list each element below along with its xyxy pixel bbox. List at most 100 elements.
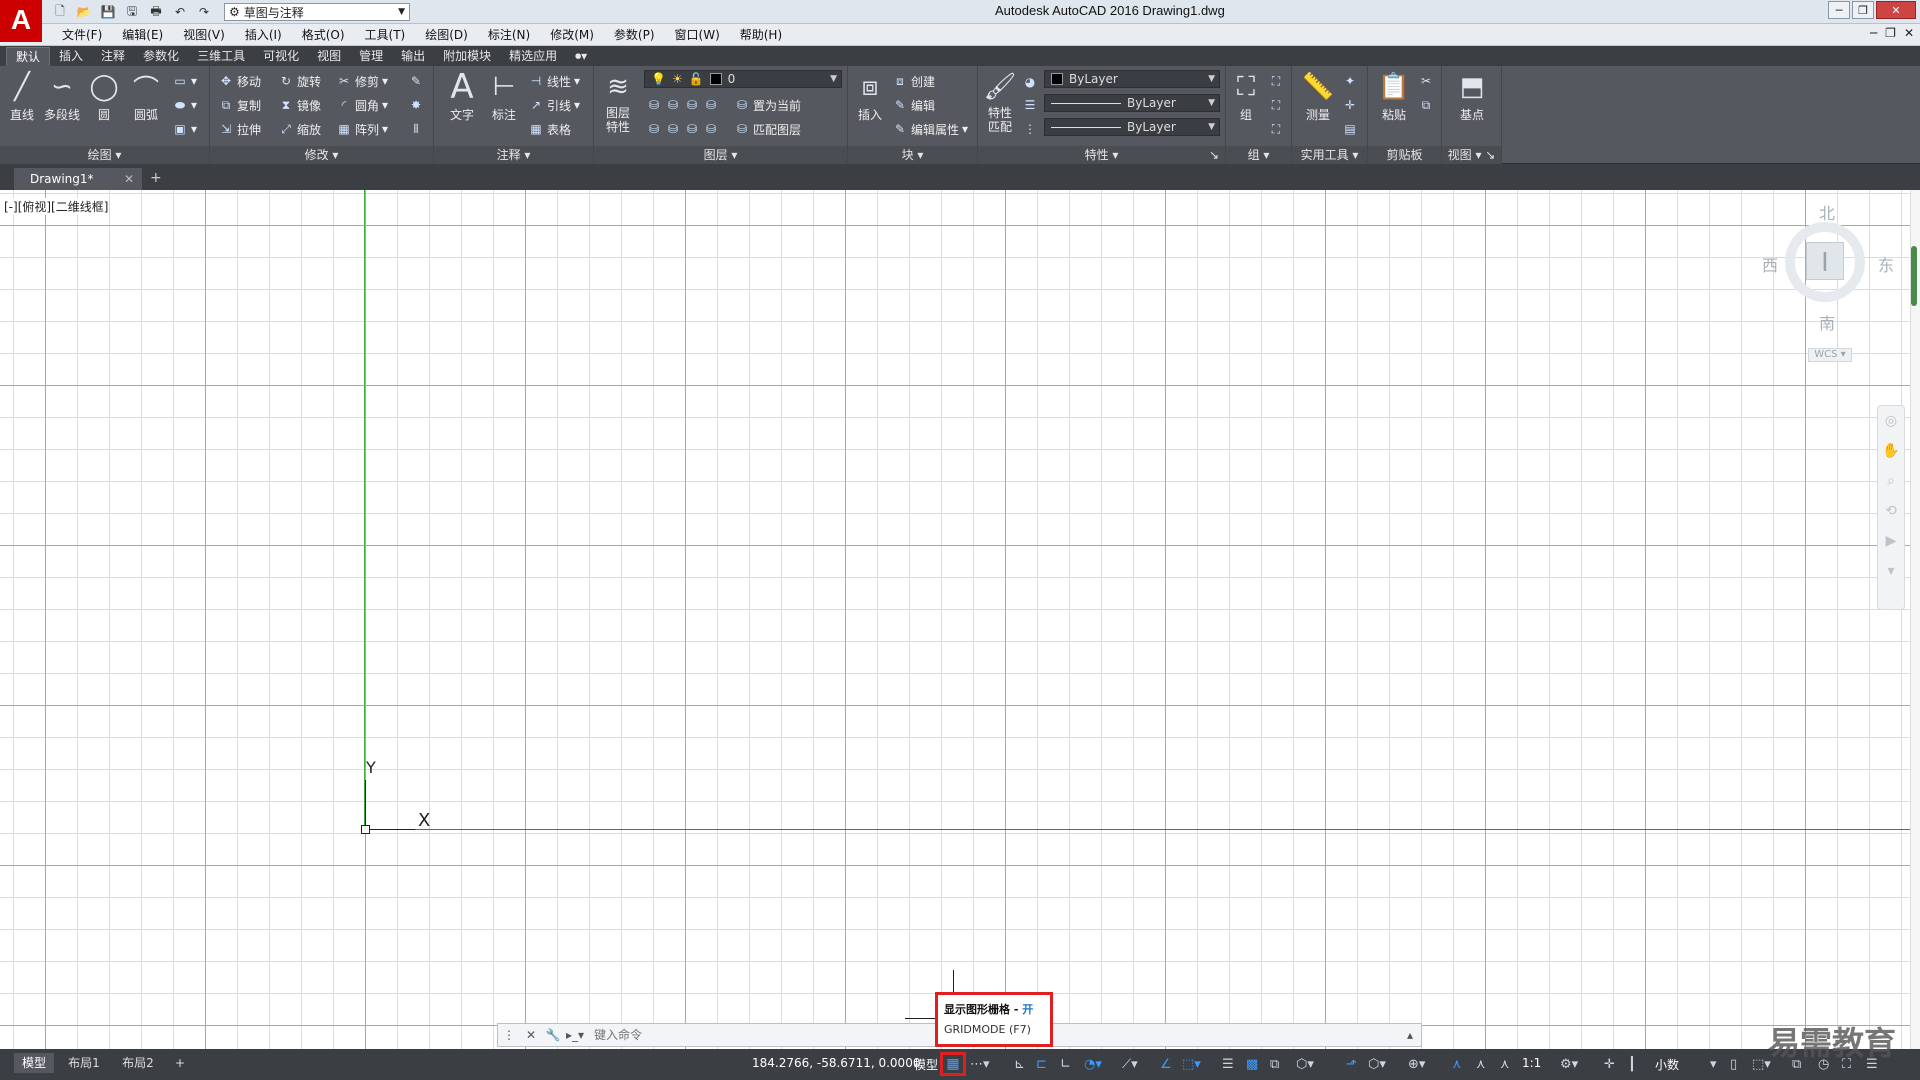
- tool-quick-select[interactable]: ✦: [1342, 70, 1358, 92]
- pan-icon[interactable]: ✋: [1878, 436, 1904, 466]
- application-menu-button[interactable]: A: [0, 0, 42, 42]
- ribbon-toggle-icon[interactable]: ⏺▾: [566, 47, 596, 66]
- tab-parametric[interactable]: 参数化: [134, 47, 188, 66]
- menu-insert[interactable]: 插入(I): [235, 24, 292, 46]
- doc-minimize-icon[interactable]: ─: [1870, 26, 1877, 40]
- tool-stretch[interactable]: ⇲ 拉伸: [218, 118, 261, 140]
- showmotion-icon[interactable]: ▶: [1878, 526, 1904, 556]
- new-tab-icon[interactable]: +: [150, 170, 162, 186]
- restore-button[interactable]: ❐: [1852, 1, 1874, 19]
- ucs-icon[interactable]: [361, 825, 370, 834]
- panel-block-title[interactable]: 块 ▾: [848, 146, 977, 164]
- menu-help[interactable]: 帮助(H): [730, 24, 792, 46]
- tool-dimension[interactable]: ⊢ 标注: [484, 70, 524, 123]
- close-icon[interactable]: ✕: [520, 1024, 542, 1046]
- menu-dimension[interactable]: 标注(N): [478, 24, 540, 46]
- coordinate-readout[interactable]: 184.2766, -58.6711, 0.0000: [752, 1056, 920, 1070]
- add-scale-icon[interactable]: ✛: [1604, 1055, 1615, 1073]
- isometric-drafting-icon[interactable]: ⟋▾: [1122, 1055, 1138, 1073]
- viewcube-east[interactable]: 东: [1878, 252, 1894, 276]
- tab-addins[interactable]: 附加模块: [434, 47, 500, 66]
- tool-group-edit[interactable]: ⛶: [1268, 94, 1284, 116]
- viewcube-south[interactable]: 南: [1819, 310, 1835, 334]
- viewcube[interactable]: 北 西 东 南 ┃ WCS ▾: [1760, 200, 1900, 370]
- save-icon[interactable]: 💾: [98, 3, 118, 21]
- dynamic-ucs-icon[interactable]: ⬏: [1346, 1055, 1357, 1073]
- tool-ungroup[interactable]: ⛶: [1268, 70, 1284, 92]
- tool-layer-properties[interactable]: ≋ 图层特性: [596, 70, 640, 134]
- tool-text[interactable]: A 文字: [442, 67, 482, 123]
- drawing-canvas[interactable]: [-][俯视][二维线框] Y X 北 西 东 南 ┃ WCS ▾ ◎ ✋ ⌕ …: [0, 190, 1910, 1049]
- wcs-menu[interactable]: WCS ▾: [1808, 348, 1852, 362]
- tool-trim[interactable]: ✂ 修剪 ▾: [336, 70, 388, 92]
- menu-draw[interactable]: 绘图(D): [415, 24, 478, 46]
- tab-3d-tools[interactable]: 三维工具: [188, 47, 254, 66]
- lineweight-dropdown[interactable]: ByLayer ▼: [1044, 118, 1220, 136]
- menu-view[interactable]: 视图(V): [173, 24, 235, 46]
- panel-properties-title[interactable]: 特性 ▾ ↘: [978, 146, 1225, 164]
- tool-fillet[interactable]: ◜ 圆角 ▾: [336, 94, 388, 116]
- tab-default[interactable]: 默认: [6, 47, 51, 66]
- tool-insert-block[interactable]: ⧈ 插入: [850, 70, 890, 123]
- selection-cycling-icon[interactable]: ⧉: [1270, 1055, 1279, 1073]
- tool-copy-clip[interactable]: ⧉: [1418, 94, 1434, 116]
- tool-cut[interactable]: ✂: [1418, 70, 1434, 92]
- zoom-extents-icon[interactable]: ⌕: [1878, 466, 1904, 496]
- tool-base-point[interactable]: ⬒ 基点: [1452, 70, 1492, 123]
- menu-tools[interactable]: 工具(T): [355, 24, 416, 46]
- tool-group-select[interactable]: ⛶: [1268, 118, 1284, 140]
- panel-groups-title[interactable]: 组 ▾: [1226, 146, 1291, 164]
- navbar-menu-icon[interactable]: ▾: [1878, 556, 1904, 586]
- tab-view[interactable]: 视图: [308, 47, 350, 66]
- tool-move[interactable]: ✥ 移动: [218, 70, 261, 92]
- panel-draw-title[interactable]: 绘图 ▾: [0, 146, 209, 164]
- quick-properties-icon[interactable]: ▯: [1730, 1055, 1737, 1073]
- tool-measure[interactable]: 📏 测量: [1298, 70, 1338, 123]
- scroll-thumb[interactable]: [1911, 246, 1917, 306]
- tab-insert[interactable]: 插入: [50, 47, 92, 66]
- menu-format[interactable]: 格式(O): [292, 24, 355, 46]
- tab-model[interactable]: 模型: [14, 1053, 54, 1073]
- object-snap-tracking-icon[interactable]: ∠: [1160, 1055, 1172, 1073]
- command-prompt-icon[interactable]: ▸_▾: [564, 1024, 586, 1046]
- tab-drawing1[interactable]: Drawing1* ✕: [14, 168, 142, 190]
- color-dropdown[interactable]: ByLayer ▼: [1044, 70, 1220, 88]
- viewport-controls[interactable]: [-][俯视][二维线框]: [4, 198, 109, 215]
- tool-calculator[interactable]: ▤: [1342, 118, 1358, 140]
- tab-annotate[interactable]: 注释: [92, 47, 134, 66]
- tool-erase[interactable]: ✎: [408, 70, 424, 92]
- tool-scale[interactable]: ⤢ 缩放: [278, 118, 321, 140]
- panel-view-title[interactable]: 视图 ▾ ↘: [1442, 146, 1501, 164]
- menu-edit[interactable]: 编辑(E): [112, 24, 173, 46]
- close-button[interactable]: ✕: [1876, 1, 1916, 19]
- layer-dropdown[interactable]: 💡 ☀ 🔓 0 ▼: [644, 70, 842, 88]
- model-space-button[interactable]: 模型: [914, 1056, 938, 1073]
- tab-featured-apps[interactable]: 精选应用: [500, 47, 566, 66]
- annotation-scale-icon[interactable]: ⋏: [1500, 1055, 1510, 1073]
- tool-edit-attribute[interactable]: ✎ 编辑属性 ▾: [892, 118, 968, 140]
- tool-line[interactable]: ╱ 直线: [2, 70, 42, 123]
- snap-mode-icon[interactable]: ⋯▾: [970, 1055, 990, 1073]
- panel-modify-title[interactable]: 修改 ▾: [210, 146, 433, 164]
- tab-layout2[interactable]: 布局2: [116, 1053, 160, 1073]
- workspace-dropdown[interactable]: ⚙ 草图与注释 ▼: [224, 3, 410, 21]
- viewcube-west[interactable]: 西: [1762, 252, 1778, 276]
- layer-tools-row2[interactable]: ⛁ ⛁ ⛁ ⛁: [646, 118, 719, 140]
- tool-create-block[interactable]: ⧈ 创建: [892, 70, 935, 92]
- steering-wheel-icon[interactable]: ◎: [1878, 406, 1904, 436]
- tool-array[interactable]: ▦ 阵列 ▾: [336, 118, 388, 140]
- panel-layers-title[interactable]: 图层 ▾: [594, 146, 847, 164]
- panel-utilities-title[interactable]: 实用工具 ▾: [1292, 146, 1367, 164]
- tool-match-layer[interactable]: ⛁ 匹配图层: [734, 118, 801, 140]
- layer-tools-row1[interactable]: ⛁ ⛁ ⛁ ⛁: [646, 94, 719, 116]
- menu-modify[interactable]: 修改(M): [540, 24, 604, 46]
- tab-output[interactable]: 输出: [392, 47, 434, 66]
- redo-icon[interactable]: ↷: [194, 3, 214, 21]
- tool-edit-block[interactable]: ✎ 编辑: [892, 94, 935, 116]
- tool-rectangle[interactable]: ▭ ▾: [172, 70, 197, 92]
- doc-close-icon[interactable]: ✕: [1904, 26, 1914, 40]
- undo-icon[interactable]: ↶: [170, 3, 190, 21]
- orbit-icon[interactable]: ⟲: [1878, 496, 1904, 526]
- tool-match-properties[interactable]: 🖌 特性匹配: [980, 70, 1020, 134]
- close-icon[interactable]: ✕: [124, 168, 134, 190]
